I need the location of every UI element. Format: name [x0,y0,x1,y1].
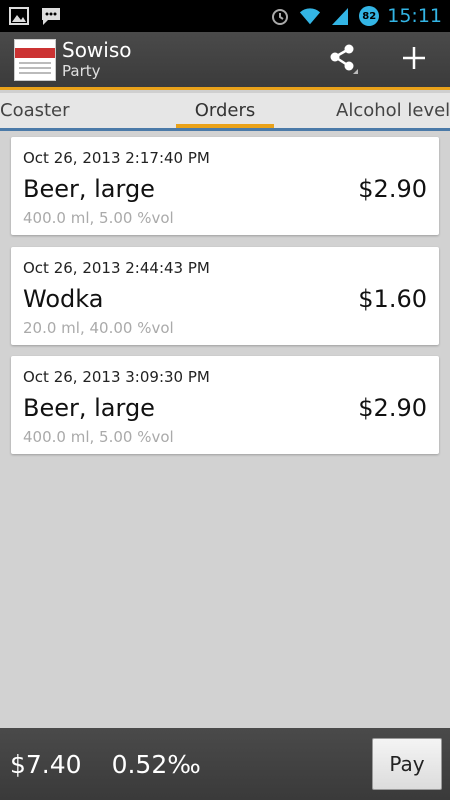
order-card[interactable]: Oct 26, 2013 2:44:43 PM Wodka $1.60 20.0… [11,247,439,345]
orders-list: Oct 26, 2013 2:17:40 PM Beer, large $2.9… [0,131,450,728]
tab-strip: Coaster Orders Alcohol level [0,93,450,131]
action-bar: Sowiso Party [0,32,450,90]
tab-alcohol-level[interactable]: Alcohol level [336,93,450,128]
wifi-icon [299,6,321,26]
order-date: Oct 26, 2013 3:09:30 PM [23,368,210,386]
order-detail: 20.0 ml, 40.00 %vol [23,319,174,337]
add-icon [401,45,427,75]
tab-orders[interactable]: Orders [176,93,274,128]
share-icon [325,41,359,79]
order-card[interactable]: Oct 26, 2013 3:09:30 PM Beer, large $2.9… [11,356,439,454]
alarm-icon [269,6,291,26]
bottom-bar: $7.40 0.52‰ Pay [0,728,450,800]
status-bar: 82 15:11 [0,0,450,32]
app-title: Sowiso [62,37,132,62]
pay-button[interactable]: Pay [372,738,442,790]
logo-band [15,47,55,58]
chat-icon [40,6,62,26]
order-name: Beer, large [23,175,155,203]
status-clock: 15:11 [387,5,442,27]
order-date: Oct 26, 2013 2:44:43 PM [23,259,210,277]
order-price: $1.60 [358,285,427,313]
add-button[interactable] [378,32,450,87]
order-card[interactable]: Oct 26, 2013 2:17:40 PM Beer, large $2.9… [11,137,439,235]
signal-icon [329,6,351,26]
title-block: Sowiso Party [62,39,132,81]
app-logo[interactable] [14,38,56,81]
status-left [8,6,62,26]
total-amount: $7.40 [10,749,82,779]
order-price: $2.90 [358,394,427,422]
order-detail: 400.0 ml, 5.00 %vol [23,428,174,446]
order-date: Oct 26, 2013 2:17:40 PM [23,149,210,167]
status-right: 82 15:11 [269,5,442,27]
order-name: Wodka [23,285,104,313]
logo-lines [19,61,51,76]
order-name: Beer, large [23,394,155,422]
order-price: $2.90 [358,175,427,203]
share-button[interactable] [306,32,378,87]
tab-selected-indicator [176,124,274,128]
battery-icon: 82 [359,6,380,26]
alcohol-level-value: 0.52‰ [111,749,201,779]
action-buttons [306,32,450,87]
tab-coaster[interactable]: Coaster [0,93,70,128]
picture-icon [8,6,30,26]
order-detail: 400.0 ml, 5.00 %vol [23,209,174,227]
app-subtitle: Party [62,61,101,80]
